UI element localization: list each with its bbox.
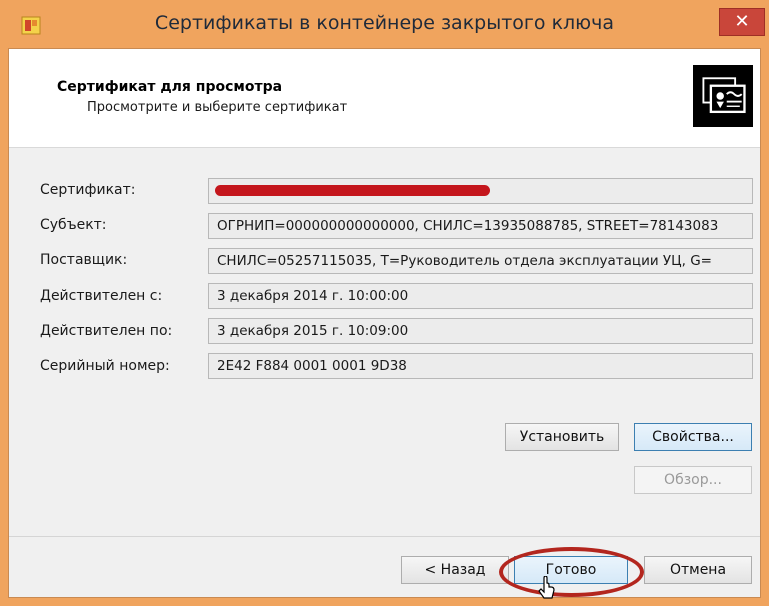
footer-divider — [9, 536, 760, 537]
issuer-label: Поставщик: — [40, 252, 128, 268]
certificate-label: Сертификат: — [40, 182, 136, 198]
valid-to-field[interactable]: 3 декабря 2015 г. 10:09:00 — [208, 318, 753, 344]
mouse-cursor-icon — [538, 576, 555, 599]
valid-to-label: Действителен по: — [40, 323, 173, 339]
install-button[interactable]: Установить — [505, 423, 619, 451]
properties-button[interactable]: Свойства... — [634, 423, 752, 451]
back-button[interactable]: < Назад — [401, 556, 509, 584]
serial-number-field[interactable]: 2E42 F884 0001 0001 9D38 — [208, 353, 753, 379]
close-button[interactable]: ✕ — [719, 8, 765, 36]
certificate-icon — [693, 65, 753, 127]
wizard-header: Сертификат для просмотра Просмотрите и в… — [9, 49, 760, 148]
valid-from-label: Действителен с: — [40, 288, 163, 304]
subject-label: Субъект: — [40, 217, 107, 233]
redaction-mark — [215, 185, 490, 196]
serial-number-label: Серийный номер: — [40, 358, 170, 374]
issuer-field[interactable]: СНИЛС=05257115035, T=Руководитель отдела… — [208, 248, 753, 274]
browse-button[interactable]: Обзор... — [634, 466, 752, 494]
finish-button[interactable]: Готово — [514, 556, 628, 584]
dialog-window: Сертификаты в контейнере закрытого ключа… — [0, 0, 769, 606]
subject-field[interactable]: ОГРНИП=000000000000000, СНИЛС=1393508878… — [208, 213, 753, 239]
header-title: Сертификат для просмотра — [57, 79, 283, 95]
window-title: Сертификаты в контейнере закрытого ключа — [154, 12, 615, 34]
header-subtitle: Просмотрите и выберите сертификат — [87, 100, 348, 115]
cancel-button[interactable]: Отмена — [644, 556, 752, 584]
valid-from-field[interactable]: 3 декабря 2014 г. 10:00:00 — [208, 283, 753, 309]
